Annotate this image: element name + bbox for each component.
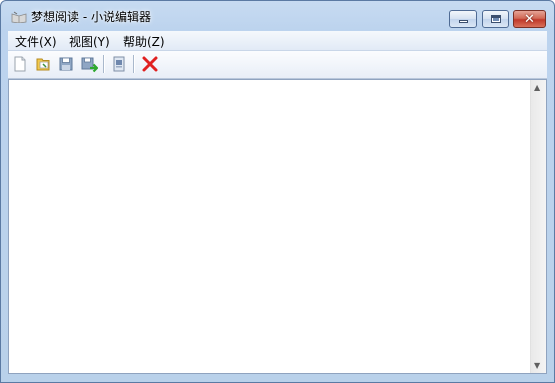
save-icon[interactable] [57,55,75,73]
scroll-up-icon[interactable]: ▲ [534,83,540,92]
menu-view[interactable]: 视图(Y) [69,33,110,50]
editor-textarea[interactable] [9,80,530,373]
menu-file[interactable]: 文件(X) [15,33,57,50]
save-as-icon[interactable] [80,55,98,73]
new-document-icon[interactable] [11,55,29,73]
app-window: 梦想阅读 - 小说编辑器 ✕ 文件(X) 视图(Y) 帮助(Z) ▲ ▼ [0,0,555,383]
delete-icon[interactable] [141,55,159,73]
toolbar-separator [103,55,104,73]
toolbar [8,51,547,79]
toolbar-separator [133,55,134,73]
menu-bar: 文件(X) 视图(Y) 帮助(Z) [8,31,547,51]
title-bar[interactable]: 梦想阅读 - 小说编辑器 ✕ [1,1,554,31]
scroll-down-icon[interactable]: ▼ [534,361,540,370]
book-icon [11,11,27,23]
properties-icon[interactable] [110,55,128,73]
close-icon: ✕ [524,12,535,27]
menu-help[interactable]: 帮助(Z) [123,33,165,50]
window-title: 梦想阅读 - 小说编辑器 [31,10,151,24]
minimize-button[interactable] [449,10,477,28]
text-editor: ▲ ▼ [8,79,547,374]
open-folder-icon[interactable] [34,55,52,73]
maximize-icon [491,15,501,23]
vertical-scrollbar[interactable]: ▲ ▼ [530,80,546,373]
maximize-button[interactable] [482,10,509,28]
close-button[interactable]: ✕ [513,10,546,28]
minimize-icon [459,20,468,23]
